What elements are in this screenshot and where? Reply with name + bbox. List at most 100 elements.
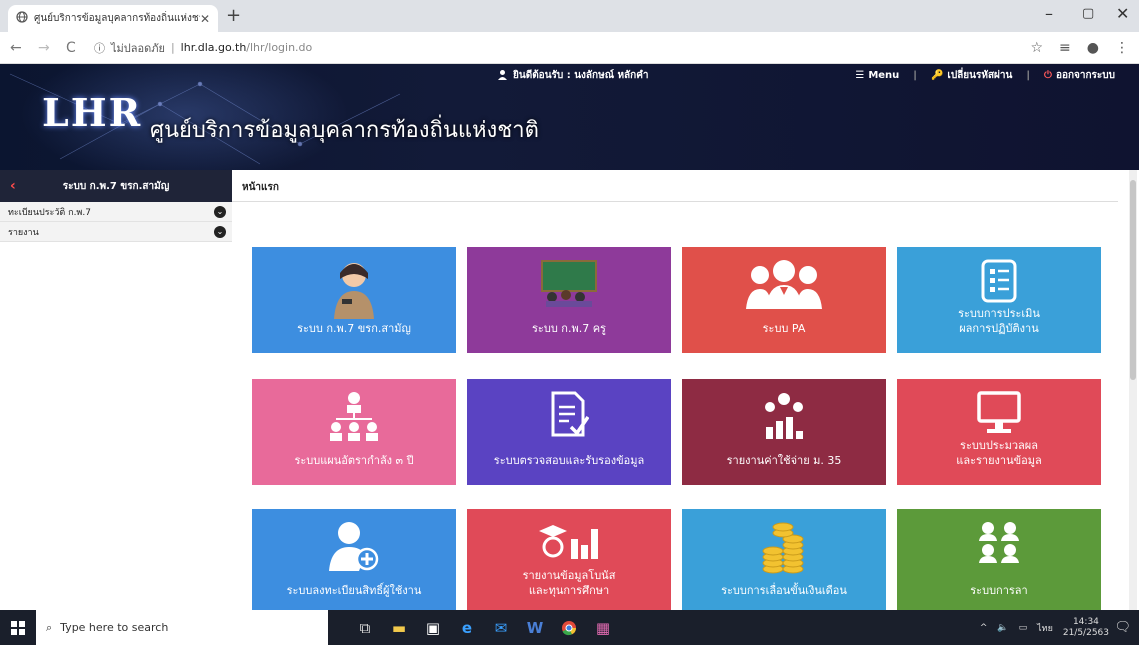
tile-1[interactable]: ระบบ ก.พ.7 ขรก.สามัญ bbox=[252, 247, 456, 353]
language-icon[interactable]: ไทย bbox=[1037, 621, 1053, 635]
site-header: LHR ศูนย์บริการข้อมูลบุคลากรท้องถิ่นแห่ง… bbox=[0, 64, 1139, 170]
minimize-button[interactable]: – bbox=[1045, 4, 1053, 23]
tile-6[interactable]: ระบบตรวจสอบและรับรองข้อมูล bbox=[467, 379, 671, 485]
tile-3[interactable]: ระบบ PA bbox=[682, 247, 886, 353]
tray-chevron-icon[interactable]: ^ bbox=[980, 623, 988, 633]
tab-title: ศูนย์บริการข้อมูลบุคลากรท้องถิ่นแห่งชาติ bbox=[34, 13, 200, 24]
menu-button[interactable]: ☰ Menu bbox=[855, 70, 899, 81]
tile-label: ระบบประมวลผล และรายงานข้อมูล bbox=[956, 439, 1042, 468]
document-check-icon bbox=[549, 391, 590, 442]
word-icon[interactable]: W bbox=[518, 610, 552, 645]
tile-label: ระบบการเลื่อนขั้นเงินเดือน bbox=[721, 584, 847, 598]
tile-9[interactable]: ระบบลงทะเบียนสิทธิ์ผู้ใช้งาน bbox=[252, 509, 456, 615]
tile-12[interactable]: ระบบการลา bbox=[897, 509, 1101, 615]
change-password-link[interactable]: 🔑 เปลี่ยนรหัสผ่าน bbox=[931, 68, 1012, 83]
sidebar-menu: ทะเบียนประวัติ ก.พ.7 ⌄ รายงาน ⌄ bbox=[0, 202, 232, 242]
windows-logo-icon bbox=[11, 620, 25, 635]
bonus-report-icon bbox=[537, 521, 601, 566]
url-field[interactable]: ⓘ ไม่ปลอดภัย | lhr.dla.go.th/lhr/login.d… bbox=[94, 39, 312, 57]
network-icon[interactable]: ▭ bbox=[1019, 623, 1028, 633]
money-chart-icon bbox=[760, 391, 808, 446]
forward-icon[interactable]: → bbox=[38, 40, 56, 56]
site-title: ศูนย์บริการข้อมูลบุคลากรท้องถิ่นแห่งชาติ bbox=[150, 118, 539, 143]
sidebar-item-report[interactable]: รายงาน ⌄ bbox=[0, 222, 232, 242]
tile-7[interactable]: รายงานค่าใช้จ่าย ม. 35 bbox=[682, 379, 886, 485]
close-tab-icon[interactable]: ✕ bbox=[200, 12, 210, 26]
officer-icon bbox=[328, 259, 380, 324]
more-menu-icon[interactable]: ⋮ bbox=[1115, 40, 1129, 56]
system-tray: ^ 🔈 ▭ ไทย 14:34 21/5/2563 bbox=[980, 610, 1109, 645]
classroom-icon bbox=[538, 259, 600, 312]
power-icon: ⏻ bbox=[1044, 70, 1052, 81]
tile-label: รายงานค่าใช้จ่าย ม. 35 bbox=[726, 454, 842, 468]
monitor-icon bbox=[977, 391, 1021, 440]
group-icon bbox=[744, 259, 824, 314]
security-label: ไม่ปลอดภัย bbox=[111, 41, 165, 55]
tile-5[interactable]: ระบบแผนอัตรากำลัง ๓ ปี bbox=[252, 379, 456, 485]
url-host: lhr.dla.go.th bbox=[180, 41, 247, 54]
new-tab-button[interactable]: + bbox=[226, 5, 241, 26]
globe-icon bbox=[16, 11, 28, 26]
sidebar-header: ‹ ระบบ ก.พ.7 ขรก.สามัญ bbox=[0, 170, 232, 202]
tile-11[interactable]: ระบบการเลื่อนขั้นเงินเดือน bbox=[682, 509, 886, 615]
app-grid-icon[interactable]: ▦ bbox=[586, 610, 620, 645]
key-icon: 🔑 bbox=[930, 70, 944, 81]
mail-icon[interactable]: ✉ bbox=[484, 610, 518, 645]
sidebar: ‹ ระบบ ก.พ.7 ขรก.สามัญ ทะเบียนประวัติ ก.… bbox=[0, 170, 232, 610]
sidebar-item-personnel-record[interactable]: ทะเบียนประวัติ ก.พ.7 ⌄ bbox=[0, 202, 232, 222]
maximize-button[interactable]: ▢ bbox=[1082, 6, 1094, 21]
back-icon[interactable]: ← bbox=[10, 40, 28, 56]
tile-10[interactable]: รายงานข้อมูลโบนัส และทุนการศึกษา bbox=[467, 509, 671, 615]
tile-label: ระบบการประเมิน ผลการปฏิบัติงาน bbox=[958, 307, 1040, 336]
bookmark-star-icon[interactable]: ☆ bbox=[1030, 40, 1043, 56]
profile-icon[interactable]: ● bbox=[1087, 40, 1099, 56]
welcome-text: ยินดีต้อนรับ : นงลักษณ์ หลักคำ bbox=[497, 68, 649, 83]
chrome-icon[interactable] bbox=[552, 610, 586, 645]
coins-icon bbox=[759, 521, 809, 580]
tile-label: ระบบ ก.พ.7 ครู bbox=[532, 322, 606, 336]
edge-icon[interactable]: e bbox=[450, 610, 484, 645]
scrollbar-thumb[interactable] bbox=[1130, 180, 1136, 380]
url-path: /lhr/login.do bbox=[246, 41, 313, 54]
tile-label: ระบบ ก.พ.7 ขรก.สามัญ bbox=[297, 322, 411, 336]
tile-label: ระบบตรวจสอบและรับรองข้อมูล bbox=[493, 454, 645, 468]
main-content: หน้าแรก ระบบ ก.พ.7 ขรก.สามัญ ระบบ ก.พ.7 ค… bbox=[232, 170, 1118, 615]
tile-label: ระบบแผนอัตรากำลัง ๓ ปี bbox=[294, 454, 414, 468]
chevron-down-icon: ⌄ bbox=[214, 225, 226, 238]
add-user-icon bbox=[329, 521, 379, 576]
reading-list-icon[interactable]: ≡ bbox=[1059, 40, 1071, 56]
reload-icon[interactable]: C bbox=[66, 40, 84, 56]
info-icon: ⓘ bbox=[94, 41, 105, 55]
taskbar-clock[interactable]: 14:34 21/5/2563 bbox=[1063, 617, 1109, 639]
store-icon[interactable]: ▣ bbox=[416, 610, 450, 645]
breadcrumb-bar: หน้าแรก bbox=[232, 170, 1118, 202]
user-icon bbox=[497, 69, 508, 83]
people-icon bbox=[977, 521, 1021, 570]
search-icon: ⌕ bbox=[46, 620, 53, 634]
taskbar-search-box[interactable]: ⌕ Type here to search bbox=[36, 610, 328, 645]
lhr-logo: LHR bbox=[42, 90, 143, 135]
tile-2[interactable]: ระบบ ก.พ.7 ครู bbox=[467, 247, 671, 353]
browser-tab-bar: ศูนย์บริการข้อมูลบุคลากรท้องถิ่นแห่งชาติ… bbox=[0, 0, 1139, 32]
tile-label: ระบบการลา bbox=[970, 584, 1028, 598]
volume-icon[interactable]: 🔈 bbox=[997, 623, 1008, 633]
tile-label: ระบบ PA bbox=[762, 322, 806, 336]
logout-link[interactable]: ⏻ ออกจากระบบ bbox=[1044, 68, 1115, 83]
page-scrollbar[interactable] bbox=[1129, 170, 1137, 610]
notification-icon[interactable]: 🗨 bbox=[1114, 620, 1131, 635]
tile-label: รายงานข้อมูลโบนัส และทุนการศึกษา bbox=[522, 569, 616, 598]
collapse-sidebar-icon[interactable]: ‹ bbox=[10, 178, 16, 194]
windows-start-button[interactable] bbox=[0, 610, 36, 645]
task-view-icon[interactable]: ⧉ bbox=[348, 610, 382, 645]
taskbar: ⌕ Type here to search ⧉ ▬ ▣ e ✉ W ▦ ^ 🔈 … bbox=[0, 610, 1139, 645]
close-window-button[interactable]: ✕ bbox=[1116, 4, 1129, 23]
hamburger-icon: ☰ bbox=[855, 70, 865, 81]
file-explorer-icon[interactable]: ▬ bbox=[382, 610, 416, 645]
top-nav: ☰ Menu | 🔑 เปลี่ยนรหัสผ่าน | ⏻ ออกจากระบ… bbox=[855, 68, 1115, 83]
tile-4[interactable]: ระบบการประเมิน ผลการปฏิบัติงาน bbox=[897, 247, 1101, 353]
tile-8[interactable]: ระบบประมวลผล และรายงานข้อมูล bbox=[897, 379, 1101, 485]
browser-tab[interactable]: ศูนย์บริการข้อมูลบุคลากรท้องถิ่นแห่งชาติ… bbox=[8, 5, 218, 32]
org-chart-icon bbox=[328, 391, 380, 450]
chevron-down-icon: ⌄ bbox=[214, 205, 226, 218]
breadcrumb: หน้าแรก bbox=[242, 182, 279, 193]
